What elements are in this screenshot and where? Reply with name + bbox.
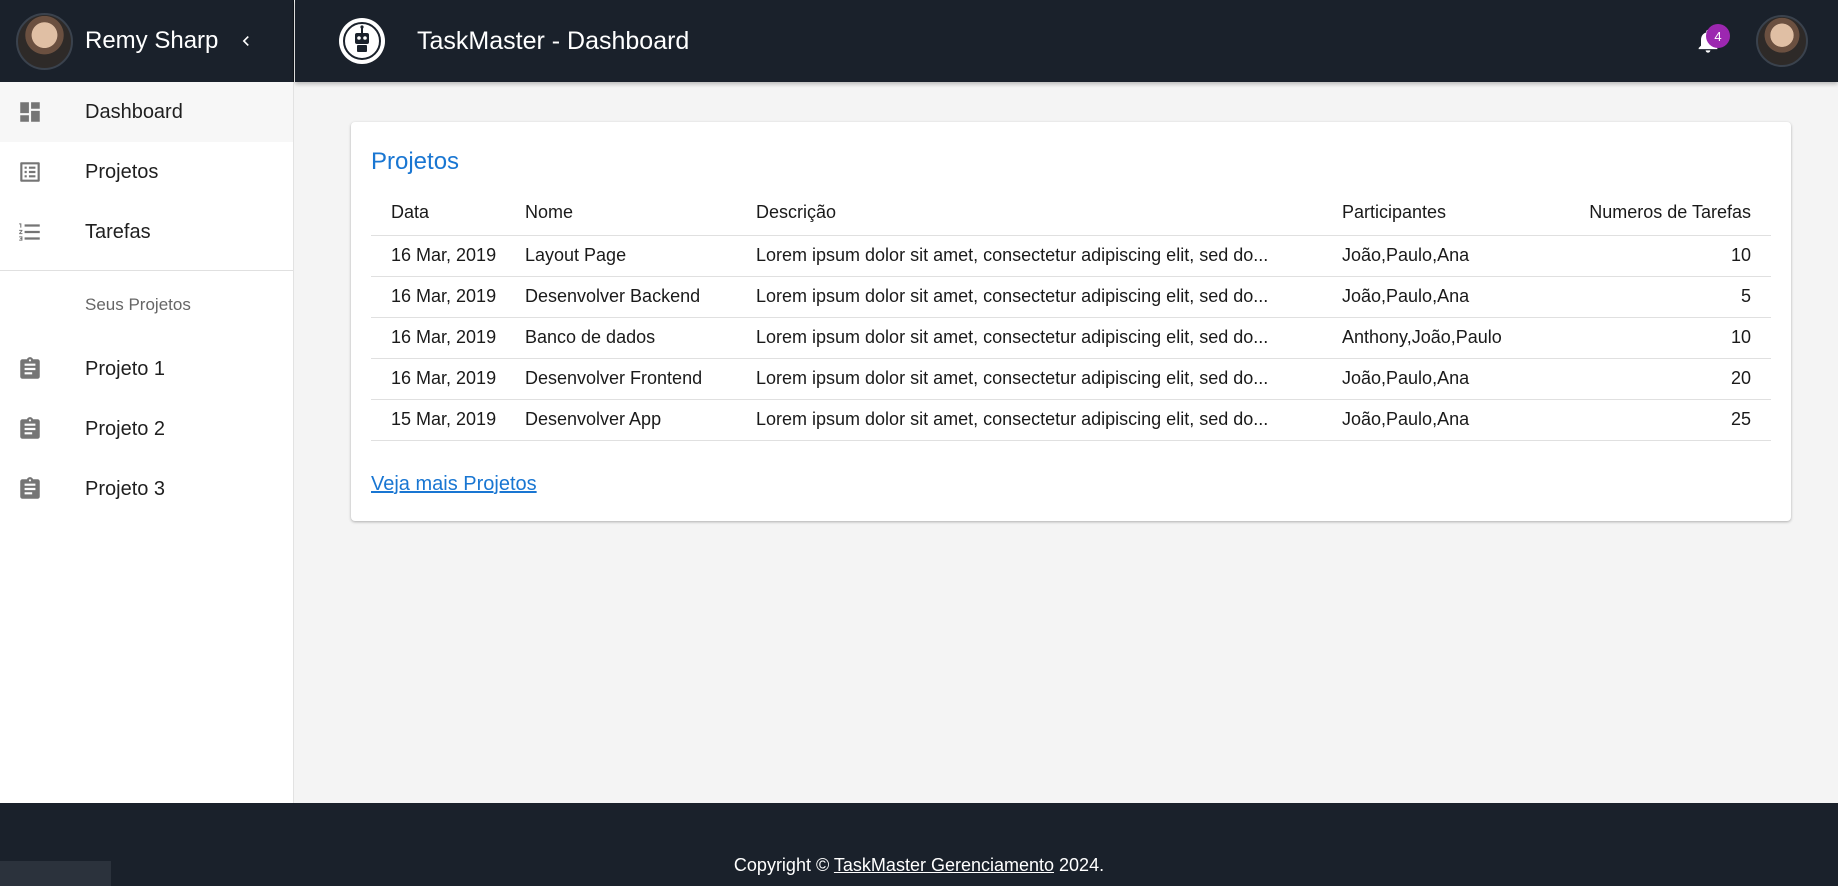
sidebar-item-label: Projeto 1 [85, 357, 166, 380]
table-row[interactable]: 15 Mar, 2019 Desenvolver App Lorem ipsum… [371, 399, 1771, 441]
collapse-sidebar-button[interactable] [234, 29, 258, 53]
notifications-button[interactable]: 4 [1688, 21, 1730, 61]
column-header-descricao: Descrição [756, 191, 1342, 236]
cell-date: 16 Mar, 2019 [371, 235, 525, 277]
top-app-bar: TaskMaster - Dashboard 4 [295, 0, 1838, 82]
table-row[interactable]: 16 Mar, 2019 Layout Page Lorem ipsum dol… [371, 235, 1771, 277]
copyright-text: Copyright © TaskMaster Gerenciamento 202… [0, 855, 1838, 876]
cell-description: Lorem ipsum dolor sit amet, consectetur … [756, 235, 1342, 277]
table-row[interactable]: 16 Mar, 2019 Desenvolver Frontend Lorem … [371, 358, 1771, 400]
cell-name: Desenvolver Frontend [525, 358, 756, 400]
sidebar-item-label: Dashboard [85, 100, 183, 123]
sidebar-item-label: Projetos [85, 160, 159, 183]
section-label: Seus Projetos [85, 295, 191, 314]
cell-date: 16 Mar, 2019 [371, 276, 525, 318]
table-row[interactable]: 16 Mar, 2019 Banco de dados Lorem ipsum … [371, 317, 1771, 359]
cell-name: Banco de dados [525, 317, 756, 359]
dashboard-icon [17, 99, 43, 125]
robot-logo-icon [343, 22, 381, 60]
cell-task-count: 25 [1562, 399, 1771, 441]
footer: Copyright © TaskMaster Gerenciamento 202… [0, 803, 1838, 886]
sidebar-item-label: Projeto 2 [85, 417, 166, 440]
sidebar-item-tarefas[interactable]: Tarefas [0, 202, 293, 262]
copyright-prefix: Copyright © [733, 855, 830, 875]
copyright-year: 2024. [1059, 855, 1105, 875]
projects-card: Projetos Data Nome Descrição Participant… [351, 122, 1791, 521]
cell-task-count: 5 [1562, 276, 1771, 318]
cell-task-count: 20 [1562, 358, 1771, 400]
notification-badge: 4 [1706, 24, 1730, 48]
column-header-tarefas: Numeros de Tarefas [1562, 191, 1771, 236]
cell-description: Lorem ipsum dolor sit amet, consectetur … [756, 358, 1342, 400]
cell-name: Desenvolver App [525, 399, 756, 441]
cell-description: Lorem ipsum dolor sit amet, consectetur … [756, 276, 1342, 318]
page-title: TaskMaster - Dashboard [417, 26, 690, 55]
table-row[interactable]: 16 Mar, 2019 Desenvolver Backend Lorem i… [371, 276, 1771, 318]
cell-name: Desenvolver Backend [525, 276, 756, 318]
cell-name: Layout Page [525, 235, 756, 277]
chevron-left-icon [243, 36, 250, 46]
column-header-data: Data [371, 191, 525, 236]
sidebar-item-projetos[interactable]: Projetos [0, 142, 293, 202]
profile-avatar[interactable] [1756, 15, 1808, 67]
list-alt-icon [17, 159, 43, 185]
card-title: Projetos [371, 148, 460, 175]
cell-task-count: 10 [1562, 235, 1771, 277]
sidebar-item-projeto-2[interactable]: Projeto 2 [0, 399, 293, 459]
sidebar-header: Remy Sharp [0, 0, 294, 82]
cell-date: 16 Mar, 2019 [371, 317, 525, 359]
format-list-numbered-icon [17, 219, 43, 245]
assignment-icon [17, 476, 43, 502]
cell-participants: João,Paulo,Ana [1342, 276, 1562, 318]
app-logo[interactable] [339, 18, 385, 64]
user-name: Remy Sharp [85, 27, 219, 54]
footer-tab [0, 861, 111, 886]
cell-participants: João,Paulo,Ana [1342, 399, 1562, 441]
footer-company-link[interactable]: TaskMaster Gerenciamento [834, 855, 1054, 875]
column-header-participantes: Participantes [1342, 191, 1562, 236]
sidebar-item-projeto-1[interactable]: Projeto 1 [0, 339, 293, 399]
table-header-row: Data Nome Descrição Participantes Numero… [371, 191, 1771, 236]
sidebar-item-dashboard[interactable]: Dashboard [0, 82, 293, 142]
sidebar-item-label: Tarefas [85, 220, 151, 243]
cell-participants: João,Paulo,Ana [1342, 235, 1562, 277]
cell-description: Lorem ipsum dolor sit amet, consectetur … [756, 317, 1342, 359]
cell-participants: João,Paulo,Ana [1342, 358, 1562, 400]
cell-description: Lorem ipsum dolor sit amet, consectetur … [756, 399, 1342, 441]
assignment-icon [17, 416, 43, 442]
cell-date: 16 Mar, 2019 [371, 358, 525, 400]
sidebar-item-projeto-3[interactable]: Projeto 3 [0, 459, 293, 519]
sidebar: Dashboard Projetos Tarefas Seus Projetos… [0, 82, 294, 803]
column-header-nome: Nome [525, 191, 756, 236]
user-avatar[interactable] [16, 12, 73, 70]
cell-date: 15 Mar, 2019 [371, 399, 525, 441]
cell-participants: Anthony,João,Paulo [1342, 317, 1562, 359]
cell-task-count: 10 [1562, 317, 1771, 359]
projects-table: Data Nome Descrição Participantes Numero… [371, 191, 1771, 441]
see-more-projects-link[interactable]: Veja mais Projetos [371, 473, 537, 496]
assignment-icon [17, 356, 43, 382]
sidebar-item-label: Projeto 3 [85, 477, 166, 500]
